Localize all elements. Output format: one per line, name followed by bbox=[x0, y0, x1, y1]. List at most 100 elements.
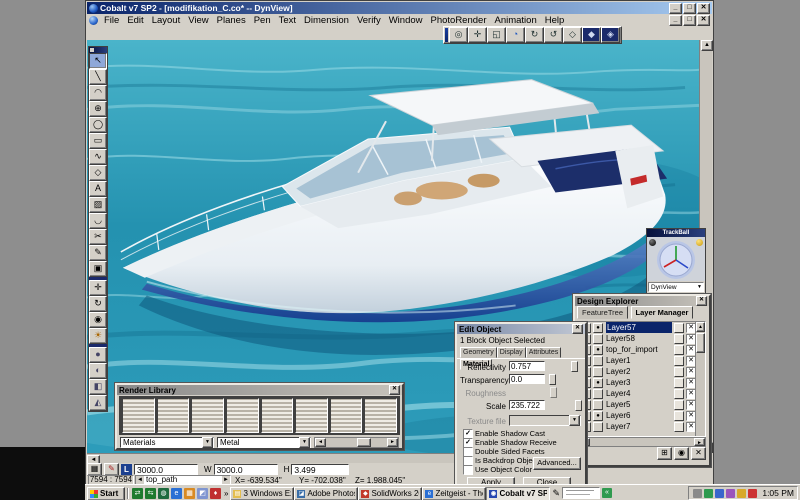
menu-text[interactable]: Text bbox=[275, 14, 300, 27]
menu-view[interactable]: View bbox=[184, 14, 212, 27]
menu-planes[interactable]: Planes bbox=[213, 14, 250, 27]
layer-color-swatch[interactable] bbox=[674, 411, 684, 421]
tab-display[interactable]: Display bbox=[497, 347, 526, 358]
tool-pen-button[interactable]: ✎ bbox=[89, 245, 107, 261]
tool-trim-button[interactable]: ✂ bbox=[89, 229, 107, 245]
clock[interactable]: 1:05 PM bbox=[762, 488, 794, 498]
layer-row[interactable]: ●Layer6✕1 bbox=[579, 410, 705, 421]
tool-render-sphere-button[interactable]: ● bbox=[89, 347, 107, 363]
menu-pen[interactable]: Pen bbox=[250, 14, 275, 27]
zoom-window-button[interactable]: ◱ bbox=[487, 27, 506, 43]
doc-minimize-button[interactable]: _ bbox=[669, 15, 682, 26]
layer-list-hscrollbar[interactable]: ◄ ► bbox=[578, 437, 706, 447]
material-swatch[interactable] bbox=[295, 398, 328, 433]
rotate-cw-button[interactable]: ↻ bbox=[525, 27, 544, 43]
task-internet-explorer[interactable]: eZeitgeist - The Mo... bbox=[422, 487, 486, 500]
tool-shaded-button[interactable]: ◐ bbox=[89, 363, 107, 379]
layer-name[interactable]: Layer58 bbox=[606, 333, 672, 344]
material-family-select[interactable]: Metal ▼ bbox=[217, 437, 311, 448]
material-category-select[interactable]: Materials ▼ bbox=[120, 437, 214, 448]
layer-visibility-box[interactable] bbox=[593, 334, 603, 344]
path-next-icon[interactable]: ► bbox=[222, 476, 230, 484]
title-bar[interactable]: Cobalt v7 SP2 - [modifikation_C.co* -- D… bbox=[87, 2, 712, 14]
restore-button[interactable]: □ bbox=[683, 3, 696, 14]
layer-name[interactable]: Layer2 bbox=[606, 366, 672, 377]
toolbar-gripper[interactable] bbox=[445, 28, 448, 42]
swatch-scroll-right[interactable]: ► bbox=[387, 438, 398, 447]
material-swatch[interactable] bbox=[226, 398, 259, 433]
material-swatch[interactable] bbox=[330, 398, 363, 433]
tray-expand-button[interactable]: « bbox=[602, 488, 612, 498]
tray-icon[interactable] bbox=[726, 489, 735, 498]
tool-rotate-button[interactable]: ↻ bbox=[89, 296, 107, 312]
tool-pan-button[interactable]: ✛ bbox=[89, 280, 107, 296]
tray-icon[interactable] bbox=[693, 489, 702, 498]
layer-row[interactable]: Layer4✕1 bbox=[579, 388, 705, 399]
tool-ellipse-button[interactable]: ◯ bbox=[89, 117, 107, 133]
palette-close-icon[interactable] bbox=[90, 48, 94, 52]
layer-visibility-box[interactable] bbox=[593, 400, 603, 410]
task-cobalt-active[interactable]: ◉Cobalt v7 SP2 -... bbox=[486, 487, 550, 500]
layer-row[interactable]: Layer5✕0 bbox=[579, 399, 705, 410]
minimize-button[interactable]: _ bbox=[669, 3, 682, 14]
layer-hscroll-right[interactable]: ► bbox=[694, 438, 705, 446]
layer-row[interactable]: ●top_for_import✕1 bbox=[579, 344, 705, 355]
doc-close-button[interactable]: ✕ bbox=[697, 15, 710, 26]
layer-row[interactable]: Layer58✕3 bbox=[579, 333, 705, 344]
trackball-body[interactable] bbox=[647, 237, 705, 281]
layer-row[interactable]: Layer7✕0 bbox=[579, 421, 705, 432]
tray-icon[interactable] bbox=[737, 489, 746, 498]
trackball-view-dropdown-icon[interactable]: ▼ bbox=[696, 283, 703, 291]
tray-icon[interactable] bbox=[748, 489, 757, 498]
tray-icon[interactable] bbox=[704, 489, 713, 498]
delete-layer-button[interactable]: ✕ bbox=[691, 447, 706, 460]
scale-field[interactable] bbox=[509, 400, 545, 410]
layer-list-vscrollbar[interactable]: ▲ bbox=[695, 322, 705, 436]
material-swatch[interactable] bbox=[157, 398, 190, 433]
material-swatch[interactable] bbox=[364, 398, 397, 433]
layer-scroll-up-button[interactable]: ▲ bbox=[696, 322, 705, 332]
layer-visibility-box[interactable]: ● bbox=[593, 378, 603, 388]
quicklaunch-media-back-icon[interactable]: ⇄ bbox=[132, 488, 143, 499]
menu-file[interactable]: File bbox=[100, 14, 123, 27]
tool-text-button[interactable]: A bbox=[89, 181, 107, 197]
object-color-checkbox[interactable] bbox=[463, 465, 473, 475]
layer-name[interactable]: Layer3 bbox=[606, 377, 672, 388]
swatch-scroll-thumb[interactable] bbox=[357, 438, 371, 447]
category-dropdown-icon[interactable]: ▼ bbox=[202, 437, 213, 448]
quicklaunch-media-forward-icon[interactable]: ⇆ bbox=[145, 488, 156, 499]
quicklaunch-ie-icon[interactable]: e bbox=[171, 488, 182, 499]
rotate-ccw-button[interactable]: ↺ bbox=[544, 27, 563, 43]
material-swatch[interactable] bbox=[261, 398, 294, 433]
menu-edit[interactable]: Edit bbox=[123, 14, 147, 27]
tool-view-button[interactable]: ◉ bbox=[89, 312, 107, 328]
orbit-button[interactable]: ◔ bbox=[506, 27, 525, 43]
layer-visibility-box[interactable] bbox=[593, 389, 603, 399]
tool-hatch-button[interactable]: ▨ bbox=[89, 197, 107, 213]
tool-stamp-button[interactable]: ▣ bbox=[89, 261, 107, 277]
task-windows-explorer[interactable]: ▤3 Windows Expl... bbox=[230, 487, 294, 500]
layer-color-swatch[interactable] bbox=[674, 323, 684, 333]
layer-visibility-box[interactable] bbox=[593, 367, 603, 377]
trackball-yellow-button[interactable] bbox=[696, 239, 703, 246]
tab-featuretree[interactable]: FeatureTree bbox=[577, 306, 628, 319]
layer-visibility-box[interactable]: ● bbox=[593, 411, 603, 421]
transparency-field[interactable] bbox=[509, 374, 545, 384]
layer-row[interactable]: ●Layer57✕6 bbox=[579, 322, 705, 333]
tool-line-button[interactable]: ╲ bbox=[89, 69, 107, 85]
layer-color-swatch[interactable] bbox=[674, 367, 684, 377]
tool-fillet-button[interactable]: ◡ bbox=[89, 213, 107, 229]
tray-icon[interactable] bbox=[715, 489, 724, 498]
menu-dimension[interactable]: Dimension bbox=[300, 14, 353, 27]
layer-properties-button[interactable]: ◉ bbox=[674, 447, 689, 460]
layer-visibility-box[interactable]: ● bbox=[593, 323, 603, 333]
menu-verify[interactable]: Verify bbox=[353, 14, 385, 27]
layer-visibility-box[interactable] bbox=[593, 356, 603, 366]
tool-select-button[interactable]: ↖ bbox=[89, 53, 107, 69]
length-field[interactable] bbox=[134, 464, 198, 475]
start-button[interactable]: Start bbox=[87, 487, 125, 500]
design-explorer-titlebar[interactable]: Design Explorer ✕ bbox=[575, 296, 709, 306]
layer-color-swatch[interactable] bbox=[674, 345, 684, 355]
layer-color-swatch[interactable] bbox=[674, 389, 684, 399]
layer-name[interactable]: Layer57 bbox=[606, 322, 672, 333]
